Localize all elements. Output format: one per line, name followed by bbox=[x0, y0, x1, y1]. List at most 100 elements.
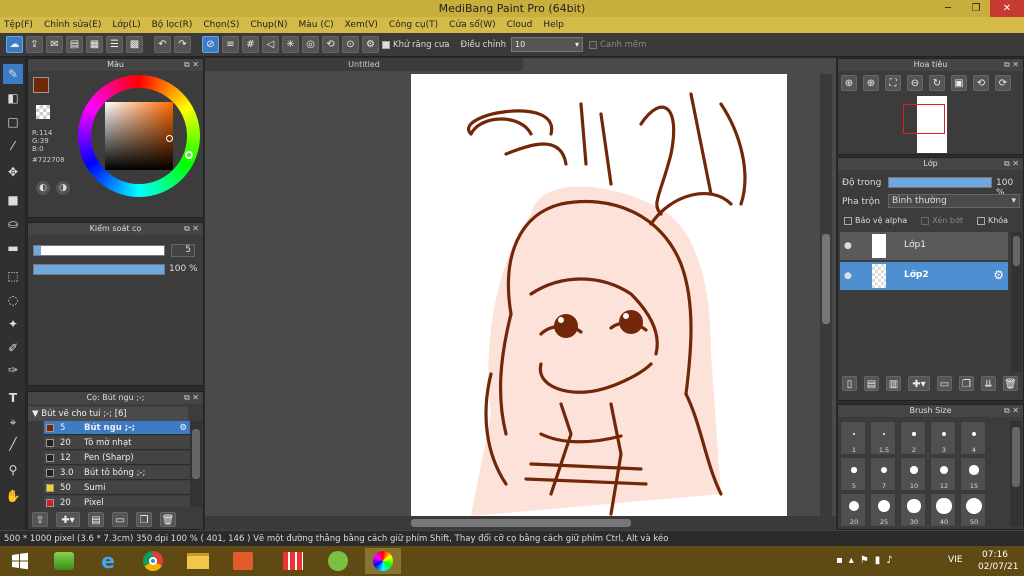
fit-icon[interactable]: ⛶ bbox=[885, 75, 901, 91]
brush-upload-icon[interactable]: ⇧ bbox=[32, 511, 48, 527]
language-indicator[interactable]: VIE bbox=[948, 555, 963, 565]
list-icon[interactable]: ☰ bbox=[106, 36, 123, 53]
rectangle-tool-icon[interactable]: □ bbox=[3, 112, 23, 132]
brush-opacity-slider[interactable] bbox=[33, 264, 165, 275]
speaker-icon[interactable]: ♪ bbox=[886, 555, 892, 566]
close-button[interactable]: ✕ bbox=[990, 0, 1024, 17]
brush-size-cell[interactable]: 40 bbox=[930, 493, 956, 527]
page-icon[interactable]: ▦ bbox=[86, 36, 103, 53]
brush-row[interactable]: 50 Sumi bbox=[44, 481, 190, 495]
zoom-in-icon[interactable]: ⊕ bbox=[841, 75, 857, 91]
eye-icon[interactable]: ● bbox=[844, 271, 852, 281]
correction-select[interactable]: 10 ▾ bbox=[510, 37, 583, 52]
tray-app-icon[interactable]: ▪ bbox=[836, 555, 843, 566]
brush-size-cell[interactable]: 3 bbox=[930, 421, 956, 455]
menu-edit[interactable]: Chỉnh sửa(E) bbox=[44, 20, 101, 30]
lock-checkbox[interactable] bbox=[976, 216, 985, 225]
tab-untitled[interactable]: Untitled bbox=[205, 58, 523, 71]
brush-size-cell[interactable]: 1.5 bbox=[870, 421, 896, 455]
office-icon[interactable] bbox=[225, 548, 261, 574]
select-eraser-tool-icon[interactable]: ✑ bbox=[3, 360, 23, 380]
canvas-horizontal-scrollbar[interactable] bbox=[205, 516, 836, 530]
brush-row[interactable]: 12 Pen (Sharp) bbox=[44, 451, 190, 465]
menu-select[interactable]: Chọn(S) bbox=[203, 20, 239, 30]
antialias-toggle[interactable]: Khử răng cưa bbox=[382, 40, 455, 50]
minimize-button[interactable]: ─ bbox=[934, 0, 962, 17]
ellipse-snap-icon[interactable]: ⊙ bbox=[342, 36, 359, 53]
brush-size-cell[interactable]: 4 bbox=[960, 421, 986, 455]
divide-tool-icon[interactable]: ╱ bbox=[3, 434, 23, 454]
medibang-taskbar-icon[interactable] bbox=[365, 548, 401, 574]
settings-snap-icon[interactable]: ⚙ bbox=[362, 36, 379, 53]
operation-tool-icon[interactable]: ⌖ bbox=[3, 412, 23, 432]
protect-alpha-checkbox[interactable] bbox=[844, 216, 852, 225]
brush-row[interactable]: 20 Tô mờ nhạt bbox=[44, 436, 190, 450]
select-tool-icon[interactable]: ⬚ bbox=[3, 266, 23, 286]
trash-icon[interactable]: 🗑 bbox=[1003, 376, 1018, 391]
dot-pen-tool-icon[interactable]: ⁄ bbox=[3, 136, 23, 156]
menu-tools[interactable]: Công cụ(T) bbox=[389, 20, 438, 30]
brush-size-value[interactable]: 5 bbox=[171, 244, 195, 257]
panel-close-icon[interactable]: ⧉ ✕ bbox=[184, 223, 199, 235]
blend-select[interactable]: Bình thường ▾ bbox=[888, 194, 1020, 208]
perspective-snap-icon[interactable]: ◁ bbox=[262, 36, 279, 53]
brush-size-cell[interactable]: 25 bbox=[870, 493, 896, 527]
layer-row-layer2[interactable]: ● Lớp2 ⚙ bbox=[840, 262, 1008, 290]
hue-wheel[interactable] bbox=[78, 75, 200, 197]
gradient-tool-icon[interactable]: ▬ bbox=[3, 238, 23, 258]
grid-snap-icon[interactable]: # bbox=[242, 36, 259, 53]
menu-layer[interactable]: Lớp(L) bbox=[112, 20, 140, 30]
menu-help[interactable]: Help bbox=[543, 20, 564, 30]
menu-filter[interactable]: Bộ lọc(R) bbox=[152, 20, 193, 30]
file-explorer-icon[interactable] bbox=[180, 548, 216, 574]
games-icon[interactable] bbox=[275, 548, 311, 574]
radial-snap-icon[interactable]: ✳ bbox=[282, 36, 299, 53]
new-1bit-layer-icon[interactable]: ▥ bbox=[886, 376, 901, 391]
gear-icon[interactable]: ⚙ bbox=[993, 268, 1004, 282]
undo-icon[interactable]: ↶ bbox=[154, 36, 171, 53]
rotate-right-icon[interactable]: ⟳ bbox=[995, 75, 1011, 91]
brush-size-cell[interactable]: 2 bbox=[900, 421, 926, 455]
redo-icon[interactable]: ↷ bbox=[174, 36, 191, 53]
main-color-swatch[interactable] bbox=[33, 77, 49, 93]
curve-snap-icon[interactable]: ⟲ bbox=[322, 36, 339, 53]
rotate-left-icon[interactable]: ⟲ bbox=[973, 75, 989, 91]
merge-icon[interactable]: ⇊ bbox=[981, 376, 996, 391]
brush-size-cell[interactable]: 30 bbox=[900, 493, 926, 527]
brush-settings-icon[interactable]: ▤ bbox=[88, 511, 104, 527]
menu-view[interactable]: Xem(V) bbox=[345, 20, 378, 30]
folder-icon[interactable]: ▭ bbox=[112, 511, 128, 527]
trash-icon[interactable]: 🗑 bbox=[160, 511, 176, 527]
fill-rect-tool-icon[interactable]: ■ bbox=[3, 190, 23, 210]
eye-icon[interactable]: ● bbox=[844, 241, 852, 251]
file-icon[interactable]: ▤ bbox=[66, 36, 83, 53]
gear-icon[interactable]: ⚙ bbox=[179, 421, 187, 435]
brush-size-cell[interactable]: 12 bbox=[930, 457, 956, 491]
flag-icon[interactable]: ⚑ bbox=[860, 555, 869, 566]
select-pen-tool-icon[interactable]: ✐ bbox=[3, 338, 23, 358]
menu-snap[interactable]: Chụp(N) bbox=[250, 20, 287, 30]
bucket-tool-icon[interactable]: ⛀ bbox=[3, 214, 23, 234]
grid-icon[interactable]: ▩ bbox=[126, 36, 143, 53]
eyedropper-tool-icon[interactable]: ⚲ bbox=[3, 460, 23, 480]
chrome-icon[interactable] bbox=[135, 548, 171, 574]
ie-icon[interactable]: e bbox=[90, 548, 126, 574]
hand-tool-icon[interactable]: ✋ bbox=[3, 486, 23, 506]
brush-tool-icon[interactable]: ✎ bbox=[3, 64, 23, 84]
duplicate-icon[interactable]: ❐ bbox=[959, 376, 974, 391]
maximize-button[interactable]: ❐ bbox=[962, 0, 990, 17]
brush-list-scrollbar[interactable] bbox=[190, 421, 202, 507]
new-halftone-layer-icon[interactable]: ▤ bbox=[864, 376, 879, 391]
antialias-checkbox[interactable] bbox=[382, 40, 390, 49]
menu-window[interactable]: Cửa sổ(W) bbox=[449, 20, 495, 30]
menu-cloud[interactable]: Cloud bbox=[507, 20, 533, 30]
network-icon[interactable]: ▮ bbox=[875, 555, 881, 566]
panel-close-icon[interactable]: ⧉ ✕ bbox=[1004, 59, 1019, 71]
color-options-icon[interactable]: ◑ bbox=[56, 181, 70, 195]
layer-scrollbar[interactable] bbox=[1011, 232, 1022, 372]
panel-close-icon[interactable]: ⧉ ✕ bbox=[184, 392, 199, 404]
panel-close-icon[interactable]: ⧉ ✕ bbox=[1004, 158, 1019, 170]
circle-snap-icon[interactable]: ◎ bbox=[302, 36, 319, 53]
bluestacks-icon[interactable] bbox=[46, 548, 82, 574]
new-layer-icon[interactable]: ▯ bbox=[842, 376, 857, 391]
